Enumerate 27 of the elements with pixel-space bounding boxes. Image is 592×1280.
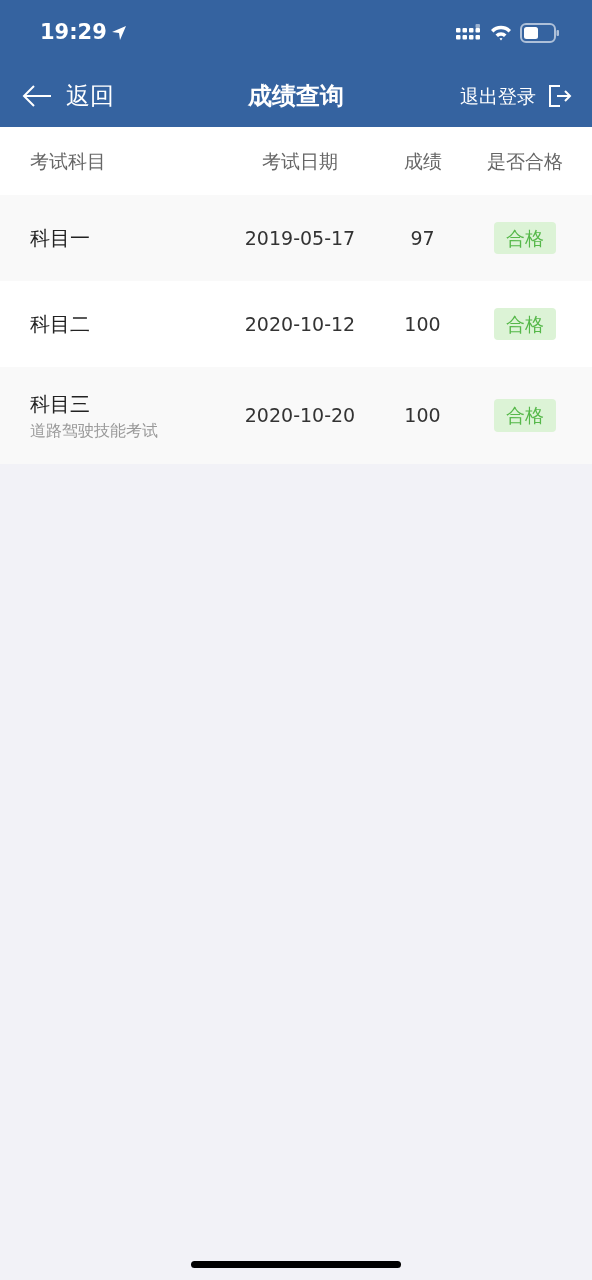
subject-name: 科目一 — [30, 225, 91, 252]
pass-tag: 合格 — [494, 307, 556, 341]
page-title: 成绩查询 — [248, 81, 344, 112]
score-value: 97 — [410, 226, 435, 249]
exam-date: 2020-10-12 — [244, 312, 356, 335]
subject-name: 科目二 — [30, 311, 91, 338]
score-value: 100 — [404, 404, 441, 427]
column-header: 考试日期 — [262, 149, 338, 172]
pass-tag: 合格 — [494, 221, 556, 255]
column-header: 成绩 — [403, 149, 442, 172]
exam-date: 2020-10-20 — [244, 404, 356, 427]
score-value: 100 — [404, 312, 441, 335]
location-arrow-icon — [110, 24, 127, 41]
back-button[interactable]: 返回 — [22, 78, 114, 114]
signal-icon — [456, 23, 482, 42]
status-time: 19:29 — [40, 18, 107, 46]
subject-name: 科目三 — [30, 390, 91, 418]
wifi-icon — [490, 24, 512, 41]
subject-description: 道路驾驶技能考试 — [30, 419, 159, 442]
exam-date: 2019-05-17 — [244, 226, 356, 249]
column-header: 是否合格 — [487, 149, 563, 172]
pass-tag: 合格 — [494, 399, 556, 432]
column-header: 考试科目 — [30, 149, 106, 172]
battery-icon — [520, 22, 560, 43]
logout-button[interactable]: 退出登录 — [460, 81, 572, 111]
back-arrow-icon — [22, 85, 52, 107]
logout-icon — [548, 84, 572, 108]
